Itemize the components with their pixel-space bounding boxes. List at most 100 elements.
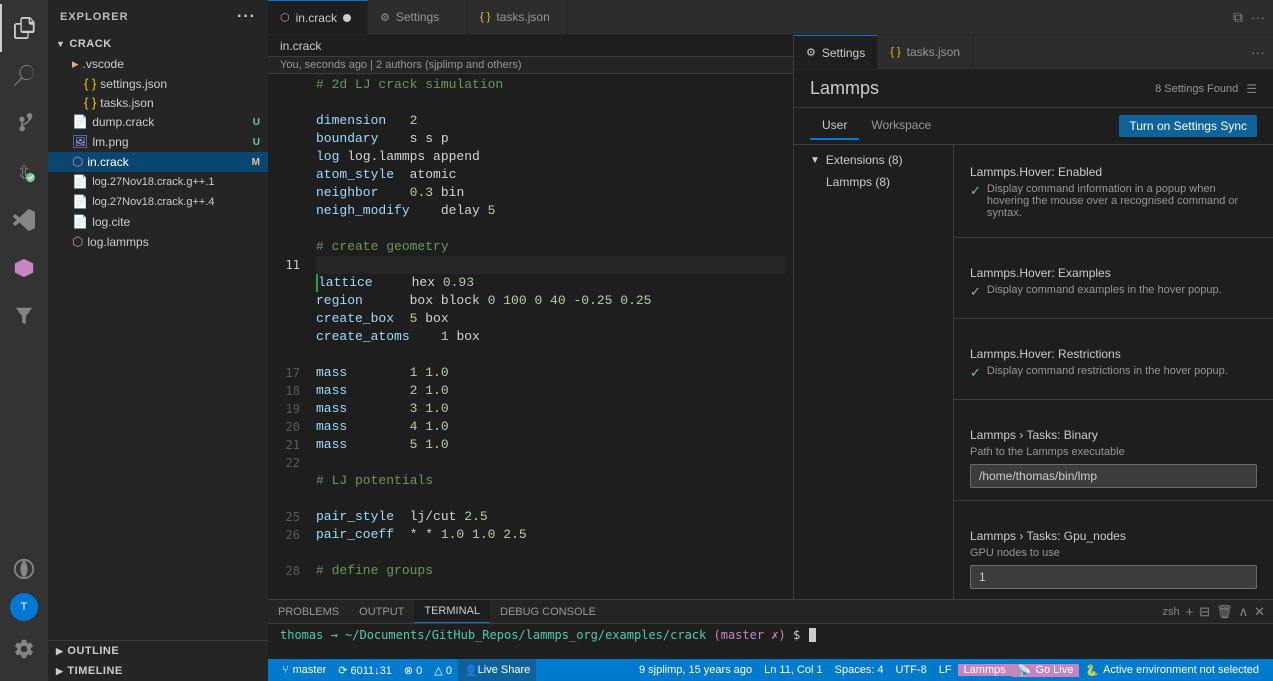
terminal-close-panel-icon[interactable]: ✕	[1254, 604, 1265, 620]
sidebar-item-tasks-json[interactable]: { } tasks.json	[48, 93, 268, 112]
breadcrumb: in.crack	[268, 35, 793, 57]
sidebar-item-dump-crack[interactable]: 📄 dump.crack U	[48, 112, 268, 132]
dump-crack-badge: U	[253, 117, 260, 128]
code-line: boundary s s p	[316, 130, 785, 148]
gpu-nodes-name: Lammps › Tasks: Gpu_nodes	[970, 529, 1257, 543]
broadcast-icon: 📡	[1018, 664, 1032, 677]
editor-content[interactable]: 11 17 18 19 20 21 22 25	[268, 74, 793, 599]
code-line: neighbor 0.3 bin	[316, 184, 785, 202]
lammps-plugin-icon[interactable]	[0, 244, 48, 292]
lammps-tree-item[interactable]: Lammps (8)	[794, 171, 953, 193]
warnings-status[interactable]: △ 0	[428, 659, 458, 681]
sidebar-item-in-crack[interactable]: ⬡ in.crack M	[48, 152, 268, 172]
setting-hover-restrictions: Lammps.Hover: Restrictions ✓ Display com…	[954, 335, 1273, 400]
outline-label: OUTLINE	[67, 645, 119, 657]
cursor-pos-status[interactable]: Ln 11, Col 1	[758, 664, 829, 676]
log-g1-label: log.27Nov18.crack.g++.1	[92, 176, 260, 188]
avatar[interactable]: T	[10, 593, 38, 621]
test-icon[interactable]	[0, 292, 48, 340]
more-actions-icon[interactable]: ···	[1251, 9, 1265, 25]
branch-status[interactable]: ⑂ master	[276, 659, 332, 681]
cursor-pos-label: Ln 11, Col 1	[764, 664, 823, 676]
settings-main-title: Lammps	[810, 78, 879, 99]
extensions-icon[interactable]	[0, 196, 48, 244]
log-lammps-label: log.lammps	[87, 235, 260, 249]
terminal-prompt: thomas → ~/Documents/GitHub_Repos/lammps…	[280, 628, 706, 642]
code-line: region 1 block INF INF INF 1.25 INF INF	[316, 598, 785, 599]
problems-tab[interactable]: PROBLEMS	[268, 600, 349, 623]
spaces-status[interactable]: Spaces: 4	[829, 664, 890, 676]
search-icon[interactable]	[0, 52, 48, 100]
settings-tab-actions: ···	[1243, 35, 1273, 69]
sync-status[interactable]: ⟳ 6011↓31	[332, 659, 398, 681]
tab-settings[interactable]: ⚙ Settings	[368, 0, 468, 34]
workspace-tab[interactable]: Workspace	[859, 112, 943, 140]
line-numbers: 11 17 18 19 20 21 22 25	[268, 74, 308, 599]
live-share-badge[interactable]: 👤 Live Share	[458, 659, 536, 681]
code-line	[316, 94, 785, 112]
terminal-expand-icon[interactable]: ∧	[1239, 604, 1249, 620]
split-editor-icon[interactable]: ⧉	[1233, 9, 1243, 26]
gpu-nodes-input[interactable]	[970, 565, 1257, 589]
log-g4-label: log.27Nov18.crack.g++.4	[92, 196, 260, 208]
terminal-tab[interactable]: TERMINAL	[414, 600, 490, 623]
code-line: # LJ potentials	[316, 472, 785, 490]
tab-tasks-json-settings[interactable]: { } tasks.json	[878, 35, 973, 69]
tab-settings-main[interactable]: ⚙ Settings	[794, 35, 878, 69]
tasks-binary-input[interactable]	[970, 464, 1257, 488]
terminal-content[interactable]: thomas → ~/Documents/GitHub_Repos/lammps…	[268, 624, 1273, 646]
run-debug-icon[interactable]	[0, 148, 48, 196]
sidebar-item-log-g4[interactable]: 📄 log.27Nov18.crack.g++.4	[48, 192, 268, 212]
file-icon-png: 🖼	[72, 134, 89, 150]
code-line: create_atoms 1 box	[316, 328, 785, 346]
tab-in-crack[interactable]: ⬡ in.crack	[268, 0, 368, 34]
tab-tasks-json[interactable]: { } tasks.json	[468, 0, 568, 34]
terminal-split-icon[interactable]: ⊟	[1199, 604, 1210, 620]
settings-header: Lammps 8 Settings Found ☰	[794, 70, 1273, 108]
code-line: mass 1 1.0	[316, 364, 785, 382]
lammps-status-badge[interactable]: Lammps	[958, 664, 1012, 676]
sidebar-item-vscode[interactable]: ▸ .vscode	[48, 54, 268, 74]
outline-section[interactable]: ▶ OUTLINE	[48, 640, 268, 661]
hover-enabled-desc: ✓ Display command information in a popup…	[970, 183, 1257, 219]
debug-console-tab[interactable]: DEBUG CONSOLE	[490, 600, 606, 623]
sync-settings-button[interactable]: Turn on Settings Sync	[1119, 115, 1257, 137]
remote-icon[interactable]	[0, 545, 48, 593]
tasks-binary-desc-text: Path to the Lammps executable	[970, 446, 1125, 458]
sidebar-section-crack[interactable]: ▼ CRACK	[48, 34, 268, 54]
terminal-trash-icon[interactable]: 🗑	[1216, 604, 1233, 620]
gpu-nodes-desc-text: GPU nodes to use	[970, 547, 1060, 559]
code-line: mass 3 1.0	[316, 400, 785, 418]
files-icon[interactable]	[0, 4, 48, 52]
sidebar-item-lm-png[interactable]: 🖼 lm.png U	[48, 132, 268, 152]
terminal-area: PROBLEMS OUTPUT TERMINAL DEBUG CONSOLE z…	[268, 599, 1273, 659]
git-blame-status[interactable]: 9 sjplimp, 15 years ago	[633, 664, 758, 676]
source-control-icon[interactable]	[0, 100, 48, 148]
settings-gear-icon[interactable]	[0, 625, 48, 673]
encoding-status[interactable]: UTF-8	[890, 664, 933, 676]
settings-more-icon[interactable]: ···	[1251, 44, 1265, 60]
sidebar-item-log-g1[interactable]: 📄 log.27Nov18.crack.g++.1	[48, 172, 268, 192]
code-line: log log.lammps append	[316, 148, 785, 166]
code-area[interactable]: # 2d LJ crack simulation dimension 2 bou…	[308, 74, 793, 599]
terminal-add-icon[interactable]: +	[1186, 604, 1194, 619]
settings-layout-icon[interactable]: ☰	[1246, 82, 1257, 96]
breadcrumb-text: in.crack	[280, 39, 321, 53]
tab-bar: ⬡ in.crack ⚙ Settings { } tasks.json ⧉ ·…	[268, 0, 1273, 35]
sidebar-item-settings-json[interactable]: { } settings.json	[48, 74, 268, 93]
user-tab[interactable]: User	[810, 112, 859, 140]
sidebar-item-log-lammps[interactable]: ⬡ log.lammps	[48, 232, 268, 252]
errors-status[interactable]: ⊗ 0	[398, 659, 428, 681]
code-line: mass 2 1.0	[316, 382, 785, 400]
output-tab[interactable]: OUTPUT	[349, 600, 414, 623]
code-line	[316, 580, 785, 598]
go-live-status[interactable]: 📡 Go Live	[1012, 664, 1080, 677]
timeline-section[interactable]: ▶ TIMELINE	[48, 661, 268, 681]
sidebar-item-log-cite[interactable]: 📄 log.cite	[48, 212, 268, 232]
sidebar-menu-icon[interactable]: ···	[237, 8, 256, 26]
in-crack-badge: M	[252, 157, 260, 168]
env-status[interactable]: 🐍 Active environment not selected	[1079, 664, 1265, 677]
settings-json-label: settings.json	[100, 77, 260, 91]
extensions-tree-item[interactable]: ▼ Extensions (8)	[794, 149, 953, 171]
eol-status[interactable]: LF	[933, 664, 958, 676]
